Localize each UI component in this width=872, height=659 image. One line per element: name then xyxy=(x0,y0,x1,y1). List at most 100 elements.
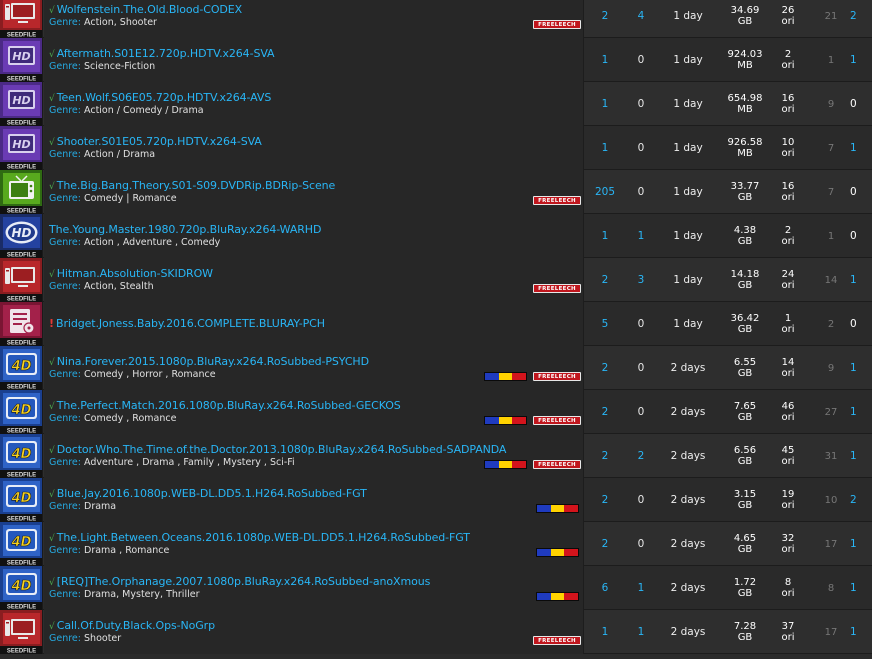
torrent-name-link[interactable]: Doctor.Who.The.Time.of.the.Doctor.2013.1… xyxy=(57,443,507,456)
seeders-count[interactable]: 1 xyxy=(585,126,625,170)
seeders-count[interactable]: 2 xyxy=(585,346,625,390)
category-hd-tv-icon[interactable]: HD SEEDFILE xyxy=(0,38,43,82)
seeders-count[interactable]: 2 xyxy=(585,478,625,522)
category-bluray-icon[interactable]: SEEDFILE xyxy=(0,302,43,346)
snatched-count[interactable]: 2 ori xyxy=(771,214,805,258)
category-monitor-icon[interactable]: SEEDFILE xyxy=(0,0,43,38)
freeleech-badge[interactable]: FREELEECH xyxy=(533,20,581,29)
snatched-count[interactable]: 37 ori xyxy=(771,610,805,654)
seeders-count[interactable]: 2 xyxy=(585,522,625,566)
leechers-count[interactable]: 0 xyxy=(625,170,657,214)
freeleech-badge[interactable]: FREELEECH xyxy=(533,460,581,469)
genre-label: Genre: xyxy=(49,633,81,644)
size-unit: GB xyxy=(737,588,753,599)
seeders-count[interactable]: 6 xyxy=(585,566,625,610)
snatched-count[interactable]: 16 ori xyxy=(771,170,805,214)
size-unit: GB xyxy=(737,324,753,335)
leechers-count[interactable]: 1 xyxy=(625,214,657,258)
torrent-name-link[interactable]: The.Light.Between.Oceans.2016.1080p.WEB-… xyxy=(57,531,470,544)
snatched-count[interactable]: 2 ori xyxy=(771,38,805,82)
snatched-count[interactable]: 26 ori xyxy=(771,0,805,38)
torrent-name-link[interactable]: The.Young.Master.1980.720p.BluRay.x264-W… xyxy=(49,223,321,236)
seeders-count[interactable]: 1 xyxy=(585,610,625,654)
snatched-count[interactable]: 45 ori xyxy=(771,434,805,478)
torrent-name-link[interactable]: Wolfenstein.The.Old.Blood-CODEX xyxy=(57,3,242,16)
torrent-name-link[interactable]: Aftermath.S01E12.720p.HDTV.x264-SVA xyxy=(57,47,275,60)
size-unit: GB xyxy=(737,632,753,643)
genre-value: Action / Comedy / Drama xyxy=(84,105,204,116)
category-4d-icon[interactable]: 4D SEEDFILE xyxy=(0,522,43,566)
seeders-count[interactable]: 2 xyxy=(585,434,625,478)
leechers-count[interactable]: 0 xyxy=(625,38,657,82)
torrent-row: 4D SEEDFILE √ Blue.Jay.2016.1080p.WEB-DL.… xyxy=(0,478,872,522)
torrent-name-link[interactable]: The.Big.Bang.Theory.S01-S09.DVDRip.BDRip… xyxy=(57,179,336,192)
torrent-name-link[interactable]: Nina.Forever.2015.1080p.BluRay.x264.RoSu… xyxy=(57,355,369,368)
size-value: 6.56 xyxy=(733,445,757,456)
romanian-flag-icon xyxy=(536,548,579,557)
snatched-count[interactable]: 19 ori xyxy=(771,478,805,522)
leechers-count[interactable]: 0 xyxy=(625,302,657,346)
torrent-name-link[interactable]: Bridget.Joness.Baby.2016.COMPLETE.BLURAY… xyxy=(56,317,325,330)
snatched-count[interactable]: 1 ori xyxy=(771,302,805,346)
snatched-value: 16 xyxy=(781,181,795,192)
freeleech-badge[interactable]: FREELEECH xyxy=(533,284,581,293)
leechers-count[interactable]: 1 xyxy=(625,566,657,610)
freeleech-badge[interactable]: FREELEECH xyxy=(533,416,581,425)
genre-line: Genre: Action , Adventure , Comedy xyxy=(49,237,220,249)
torrent-name-link[interactable]: The.Perfect.Match.2016.1080p.BluRay.x264… xyxy=(57,399,401,412)
category-4d-icon[interactable]: 4D SEEDFILE xyxy=(0,566,43,610)
torrent-name-link[interactable]: Shooter.S01E05.720p.HDTV.x264-SVA xyxy=(57,135,262,148)
genre-value: Comedy , Horror , Romance xyxy=(84,369,216,380)
leechers-count[interactable]: 1 xyxy=(625,610,657,654)
snatched-count[interactable]: 10 ori xyxy=(771,126,805,170)
leechers-count[interactable]: 0 xyxy=(625,390,657,434)
torrent-name-link[interactable]: Hitman.Absolution-SKIDROW xyxy=(57,267,213,280)
seeders-count[interactable]: 1 xyxy=(585,82,625,126)
category-4d-icon[interactable]: 4D SEEDFILE xyxy=(0,434,43,478)
uploaded-count: 2 xyxy=(827,318,835,330)
seeders-count[interactable]: 205 xyxy=(585,170,625,214)
seeders-count[interactable]: 2 xyxy=(585,0,625,38)
genre-label: Genre: xyxy=(49,501,81,512)
seeders-count[interactable]: 1 xyxy=(585,38,625,82)
snatched-count[interactable]: 8 ori xyxy=(771,566,805,610)
check-mark-icon: √ xyxy=(49,534,55,544)
leechers-count[interactable]: 4 xyxy=(625,0,657,38)
snatched-count[interactable]: 24 ori xyxy=(771,258,805,302)
category-4d-icon[interactable]: 4D SEEDFILE xyxy=(0,346,43,390)
category-4d-icon[interactable]: 4D SEEDFILE xyxy=(0,390,43,434)
added-time: 1 day xyxy=(673,318,703,330)
seeders-count[interactable]: 5 xyxy=(585,302,625,346)
snatched-count[interactable]: 46 ori xyxy=(771,390,805,434)
freeleech-badge[interactable]: FREELEECH xyxy=(533,196,581,205)
snatched-count[interactable]: 14 ori xyxy=(771,346,805,390)
freeleech-badge[interactable]: FREELEECH xyxy=(533,372,581,381)
category-4d-icon[interactable]: 4D SEEDFILE xyxy=(0,478,43,522)
snatched-count[interactable]: 16 ori xyxy=(771,82,805,126)
category-hd-tv-icon[interactable]: HD SEEDFILE xyxy=(0,126,43,170)
snatched-value: 19 xyxy=(781,489,795,500)
leechers-count[interactable]: 0 xyxy=(625,82,657,126)
torrent-name-link[interactable]: Teen.Wolf.S06E05.720p.HDTV.x264-AVS xyxy=(57,91,272,104)
torrent-name-link[interactable]: Blue.Jay.2016.1080p.WEB-DL.DD5.1.H264.Ro… xyxy=(57,487,367,500)
leechers-count[interactable]: 3 xyxy=(625,258,657,302)
seeders-count[interactable]: 2 xyxy=(585,390,625,434)
uploaded-count: 10 xyxy=(824,494,838,506)
torrent-name-link[interactable]: Call.Of.Duty.Black.Ops-NoGrp xyxy=(57,619,215,632)
category-monitor-icon[interactable]: SEEDFILE xyxy=(0,258,43,302)
seeders-count[interactable]: 2 xyxy=(585,258,625,302)
category-hd-tv-icon[interactable]: HD SEEDFILE xyxy=(0,82,43,126)
snatched-count[interactable]: 32 ori xyxy=(771,522,805,566)
leechers-count[interactable]: 0 xyxy=(625,522,657,566)
seeders-count[interactable]: 1 xyxy=(585,214,625,258)
leechers-count[interactable]: 0 xyxy=(625,346,657,390)
leechers-count[interactable]: 2 xyxy=(625,434,657,478)
category-monitor-icon[interactable]: SEEDFILE xyxy=(0,610,43,654)
leechers-count[interactable]: 0 xyxy=(625,126,657,170)
torrent-name-link[interactable]: [REQ]The.Orphanage.2007.1080p.BluRay.x26… xyxy=(57,575,431,588)
leechers-count[interactable]: 0 xyxy=(625,478,657,522)
category-tv-icon[interactable]: SEEDFILE xyxy=(0,170,43,214)
svg-text:4D: 4D xyxy=(11,359,32,374)
category-hd-disc-icon[interactable]: HD SEEDFILE xyxy=(0,214,43,258)
freeleech-badge[interactable]: FREELEECH xyxy=(533,636,581,645)
